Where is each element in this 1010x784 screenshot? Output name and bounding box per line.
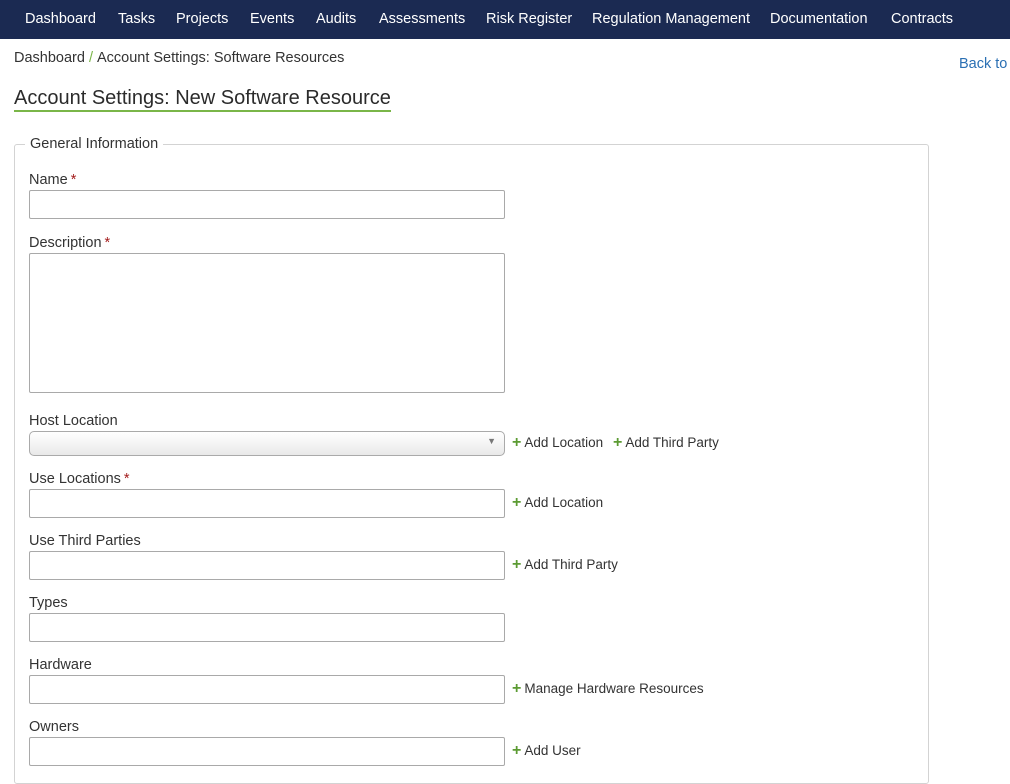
back-link[interactable]: Back to	[959, 56, 1007, 72]
nav-contracts[interactable]: Contracts	[891, 0, 953, 39]
breadcrumb-separator: /	[88, 50, 93, 66]
nav-events[interactable]: Events	[250, 0, 294, 39]
hardware-input[interactable]	[29, 675, 505, 704]
description-textarea[interactable]	[29, 253, 505, 393]
required-marker: *	[104, 235, 111, 251]
use-locations-label-text: Use Locations	[29, 471, 121, 487]
breadcrumb-current: Account Settings: Software Resources	[96, 50, 345, 66]
nav-assessments[interactable]: Assessments	[379, 0, 465, 39]
host-location-select[interactable]: ▼	[29, 431, 505, 456]
nav-dashboard[interactable]: Dashboard	[25, 0, 96, 39]
nav-risk-register[interactable]: Risk Register	[486, 0, 572, 39]
manage-hardware-button[interactable]: + Manage Hardware Resources	[512, 680, 704, 698]
use-third-parties-label: Use Third Parties	[29, 533, 141, 549]
add-user-label: Add User	[524, 743, 581, 758]
use-third-parties-input[interactable]	[29, 551, 505, 580]
add-location-label: Add Location	[524, 495, 604, 510]
add-third-party-label: Add Third Party	[524, 557, 618, 572]
plus-icon: +	[512, 434, 522, 451]
fieldset-legend: General Information	[25, 136, 164, 152]
nav-regulation-management[interactable]: Regulation Management	[592, 0, 750, 39]
add-third-party-button[interactable]: + Add Third Party	[613, 434, 719, 452]
plus-icon: +	[512, 494, 522, 511]
plus-icon: +	[512, 742, 522, 759]
breadcrumb: Dashboard / Account Settings: Software Res…	[14, 50, 344, 66]
add-third-party-label: Add Third Party	[625, 435, 719, 450]
owners-input[interactable]	[29, 737, 505, 766]
nav-audits[interactable]: Audits	[316, 0, 356, 39]
plus-icon: +	[512, 556, 522, 573]
add-location-button[interactable]: + Add Location	[512, 434, 603, 452]
description-label-text: Description	[29, 235, 102, 251]
manage-hardware-label: Manage Hardware Resources	[524, 681, 704, 696]
plus-icon: +	[613, 434, 623, 451]
add-location-label: Add Location	[524, 435, 604, 450]
nav-tasks[interactable]: Tasks	[118, 0, 155, 39]
description-label: Description *	[29, 235, 110, 251]
page-title: Account Settings: New Software Resource	[14, 86, 391, 112]
use-locations-input[interactable]	[29, 489, 505, 518]
name-input[interactable]	[29, 190, 505, 219]
types-input[interactable]	[29, 613, 505, 642]
add-user-button[interactable]: + Add User	[512, 742, 581, 760]
hardware-label: Hardware	[29, 657, 92, 673]
add-use-third-party-button[interactable]: + Add Third Party	[512, 556, 618, 574]
plus-icon: +	[512, 680, 522, 697]
nav-documentation[interactable]: Documentation	[770, 0, 868, 39]
required-marker: *	[123, 471, 130, 487]
breadcrumb-home[interactable]: Dashboard	[14, 50, 85, 66]
use-locations-label: Use Locations *	[29, 471, 130, 487]
nav-projects[interactable]: Projects	[176, 0, 228, 39]
types-label: Types	[29, 595, 68, 611]
chevron-down-icon: ▼	[487, 436, 496, 446]
owners-label: Owners	[29, 719, 79, 735]
name-label: Name *	[29, 172, 76, 188]
add-use-location-button[interactable]: + Add Location	[512, 494, 603, 512]
top-navigation: Dashboard Tasks Projects Events Audits A…	[0, 0, 1010, 39]
host-location-label: Host Location	[29, 413, 118, 429]
required-marker: *	[70, 172, 77, 188]
name-label-text: Name	[29, 172, 68, 188]
